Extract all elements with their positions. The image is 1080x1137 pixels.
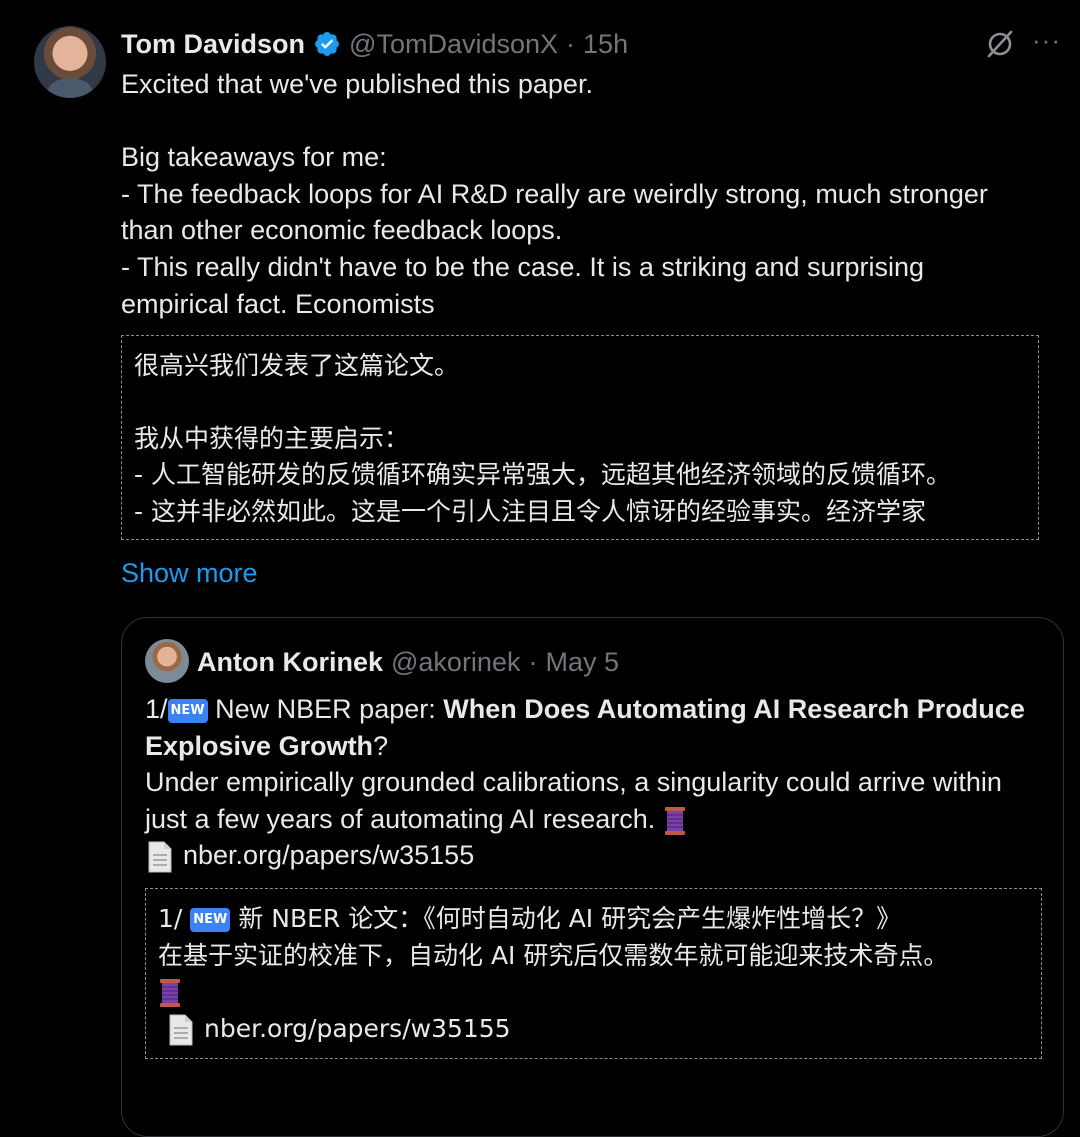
thread-number: 1/ xyxy=(145,694,168,724)
separator-dot: · xyxy=(566,28,576,59)
tweet-time[interactable]: 15h xyxy=(583,29,628,60)
verified-badge-icon xyxy=(315,32,339,56)
tweet-body: Excited that we've published this paper.… xyxy=(121,69,988,319)
quoted-author-avatar[interactable] xyxy=(145,639,189,683)
more-options-icon[interactable]: ··· xyxy=(1032,27,1062,56)
document-icon xyxy=(169,1014,193,1045)
quoted-translation-box: 1/ NEW 新 NBER 论文：《何时自动化 AI 研究会产生爆炸性增长？》 … xyxy=(145,888,1042,1059)
paper-summary: Under empirically grounded calibrations,… xyxy=(145,767,1002,834)
author-handle[interactable]: @TomDavidsonX xyxy=(349,29,558,60)
author-avatar[interactable] xyxy=(34,26,106,98)
paper-intro: New NBER paper: xyxy=(207,694,444,724)
quoted-tweet[interactable]: Anton Korinek @akorinek · May 5 1/NEW Ne… xyxy=(121,617,1064,1137)
trans-paper-link[interactable]: nber.org/papers/w35155 xyxy=(204,1014,511,1043)
new-badge-icon: NEW xyxy=(167,698,208,723)
quoted-author-name[interactable]: Anton Korinek xyxy=(197,647,383,678)
separator-dot: · xyxy=(528,646,538,677)
quoted-translation-text: 1/ NEW 新 NBER 论文：《何时自动化 AI 研究会产生爆炸性增长？》 … xyxy=(158,901,1038,1047)
paper-link[interactable]: nber.org/papers/w35155 xyxy=(183,840,474,870)
paper-title-end: ? xyxy=(373,730,389,761)
tweet[interactable]: Tom Davidson @TomDavidsonX · 15h ··· Exc… xyxy=(0,0,1080,1137)
quoted-tweet-body: 1/NEW New NBER paper: When Does Automati… xyxy=(145,691,1045,874)
thread-spool-icon xyxy=(160,979,180,1007)
trans-title-line: 新 NBER 论文：《何时自动化 AI 研究会产生爆炸性增长？》 xyxy=(230,904,902,933)
thread-spool-icon xyxy=(664,806,685,835)
quoted-tweet-date[interactable]: May 5 xyxy=(545,647,619,678)
grok-icon[interactable] xyxy=(984,28,1016,60)
trans-thread-number: 1/ xyxy=(158,904,191,933)
trans-summary: 在基于实证的校准下，自动化 AI 研究后仅需数年就可能迎来技术奇点。 xyxy=(158,940,949,970)
new-badge-icon: NEW xyxy=(190,908,231,932)
translation-box: 很高兴我们发表了这篇论文。 我从中获得的主要启示： - 人工智能研发的反馈循环确… xyxy=(121,335,1039,540)
tweet-header: Tom Davidson @TomDavidsonX · 15h xyxy=(121,26,628,62)
author-name[interactable]: Tom Davidson xyxy=(121,29,305,60)
quoted-tweet-header: Anton Korinek @akorinek · May 5 xyxy=(197,644,619,680)
translation-text: 很高兴我们发表了这篇论文。 我从中获得的主要启示： - 人工智能研发的反馈循环确… xyxy=(134,351,951,526)
document-icon xyxy=(148,841,172,873)
quoted-author-handle[interactable]: @akorinek xyxy=(391,647,520,678)
show-more-link[interactable]: Show more xyxy=(121,558,258,589)
